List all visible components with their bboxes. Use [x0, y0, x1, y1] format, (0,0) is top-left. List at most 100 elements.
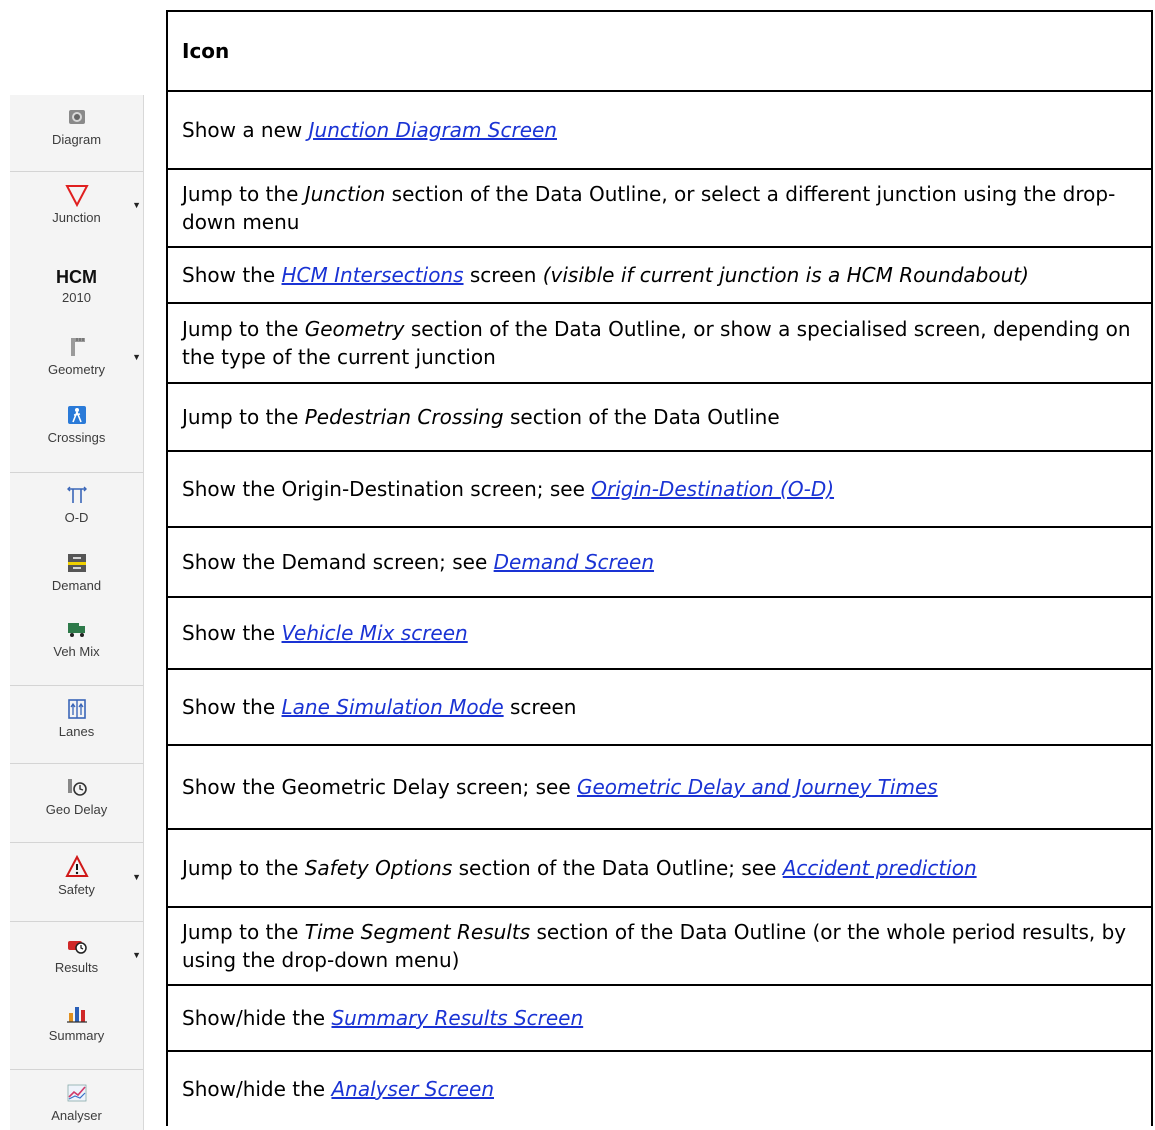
- results-icon: [67, 941, 87, 954]
- vehicle-mix-screen-link[interactable]: Vehicle Mix screen: [282, 621, 468, 645]
- origin-destination-link[interactable]: Origin-Destination (O-D): [591, 477, 834, 501]
- row-text: Jump to the: [182, 856, 305, 880]
- row-text: Show the Geometric Delay screen; see: [182, 775, 577, 799]
- row-emphasis: Junction: [304, 182, 386, 206]
- pedestrian-icon: [67, 406, 86, 424]
- table-row: Show the Vehicle Mix screen: [168, 598, 1151, 670]
- junction-diagram-screen-link[interactable]: Junction Diagram Screen: [309, 118, 557, 142]
- table-cell: Show a new Junction Diagram Screen: [182, 116, 1137, 144]
- table-row: Show the Origin-Destination screen; see …: [168, 452, 1151, 528]
- hcm-year-label: 2010: [62, 290, 91, 305]
- table-row: Jump to the Time Segment Results section…: [168, 908, 1151, 986]
- bar-chart-icon: [66, 1007, 87, 1023]
- icon-description-table: Icon Show a new Junction Diagram Screen …: [166, 10, 1153, 1126]
- table-cell: Show/hide the Summary Results Screen: [182, 1004, 1137, 1032]
- crossings-button[interactable]: Crossings: [10, 403, 143, 445]
- accident-prediction-link[interactable]: Accident prediction: [783, 856, 977, 880]
- geometry-button[interactable]: Geometry ▼: [10, 335, 143, 377]
- lanes-button[interactable]: Lanes: [10, 697, 143, 739]
- table-row: Show the Lane Simulation Mode screen: [168, 670, 1151, 746]
- analyser-label: Analyser: [51, 1108, 102, 1123]
- junction-button[interactable]: Junction ▼: [10, 183, 143, 225]
- row-emphasis: Safety Options: [304, 856, 453, 880]
- row-text: Jump to the: [182, 317, 305, 341]
- lanes-icon: [67, 699, 86, 719]
- summary-button[interactable]: Summary: [10, 1001, 143, 1043]
- row-text: Show/hide the: [182, 1077, 332, 1101]
- row-text: Show a new: [182, 118, 309, 142]
- table-cell: Show the HCM Intersections screen (visib…: [182, 261, 1137, 289]
- diagram-button[interactable]: Diagram: [10, 105, 143, 147]
- row-emphasis: Time Segment Results: [304, 920, 531, 944]
- table-row: Show the HCM Intersections screen (visib…: [168, 248, 1151, 304]
- chevron-down-icon[interactable]: ▼: [132, 950, 141, 960]
- toolbar-separator: [10, 685, 143, 686]
- chevron-down-icon[interactable]: ▼: [132, 352, 141, 362]
- table-row: Show a new Junction Diagram Screen: [168, 92, 1151, 170]
- hcm-2010-button[interactable]: HCM 2010: [10, 267, 143, 305]
- line-chart-icon: [67, 1084, 86, 1102]
- table-cell: Show the Origin-Destination screen; see …: [182, 475, 1137, 503]
- diagram-label: Diagram: [51, 132, 102, 147]
- table-cell: Show/hide the Analyser Screen: [182, 1075, 1137, 1103]
- demand-label: Demand: [51, 578, 102, 593]
- row-emphasis: Geometry: [304, 317, 405, 341]
- crossings-label: Crossings: [47, 430, 106, 445]
- geo-delay-icon: [67, 779, 87, 796]
- triangle-icon: [64, 185, 89, 207]
- geo-delay-button[interactable]: Geo Delay: [10, 775, 143, 817]
- table-cell: Jump to the Safety Options section of th…: [182, 854, 1137, 882]
- table-cell: Show the Lane Simulation Mode screen: [182, 693, 1137, 721]
- table-row: Show/hide the Summary Results Screen: [168, 986, 1151, 1052]
- table-row: Jump to the Pedestrian Crossing section …: [168, 384, 1151, 452]
- row-text: Show/hide the: [182, 1006, 332, 1030]
- table-cell: Show the Vehicle Mix screen: [182, 619, 1137, 647]
- table-cell: Show the Demand screen; see Demand Scree…: [182, 548, 1137, 576]
- table-row: Jump to the Junction section of the Data…: [168, 170, 1151, 248]
- table-row: Show the Demand screen; see Demand Scree…: [168, 528, 1151, 598]
- summary-label: Summary: [48, 1028, 105, 1043]
- chevron-down-icon[interactable]: ▼: [132, 872, 141, 882]
- hcm-intersections-link[interactable]: HCM Intersections: [282, 263, 464, 287]
- row-text: Show the: [182, 621, 282, 645]
- camera-icon: [68, 110, 85, 124]
- demand-screen-link[interactable]: Demand Screen: [494, 550, 654, 574]
- warning-icon: [64, 855, 89, 877]
- row-text: section of the Data Outline: [503, 405, 780, 429]
- toolbar-separator: [10, 842, 143, 843]
- chevron-down-icon[interactable]: ▼: [132, 200, 141, 210]
- veh-mix-label: Veh Mix: [53, 644, 100, 659]
- od-label: O-D: [64, 510, 89, 525]
- toolbar-separator: [10, 171, 143, 172]
- analyser-screen-link[interactable]: Analyser Screen: [331, 1077, 494, 1101]
- table-cell: Show the Geometric Delay screen; see Geo…: [182, 773, 1137, 801]
- safety-label: Safety: [58, 882, 95, 897]
- od-arrows-icon: [66, 486, 87, 503]
- ruler-icon: [70, 338, 85, 356]
- analyser-button[interactable]: Analyser: [10, 1081, 143, 1123]
- row-text: section of the Data Outline; see: [452, 856, 783, 880]
- veh-mix-button[interactable]: Veh Mix: [10, 617, 143, 659]
- toolbar-separator: [10, 1069, 143, 1070]
- table-row: Jump to the Geometry section of the Data…: [168, 304, 1151, 384]
- row-emphasis: (visible if current junction is a HCM Ro…: [542, 263, 1029, 287]
- results-label: Results: [54, 960, 99, 975]
- geo-delay-label: Geo Delay: [45, 802, 108, 817]
- results-button[interactable]: Results ▼: [10, 933, 143, 975]
- lane-simulation-mode-link[interactable]: Lane Simulation Mode: [282, 695, 504, 719]
- hcm-label: HCM: [56, 267, 97, 287]
- table-cell: Jump to the Junction section of the Data…: [182, 180, 1137, 236]
- summary-results-screen-link[interactable]: Summary Results Screen: [331, 1006, 583, 1030]
- demand-button[interactable]: Demand: [10, 551, 143, 593]
- table-cell: Jump to the Time Segment Results section…: [182, 918, 1137, 974]
- geometry-label: Geometry: [47, 362, 106, 377]
- row-emphasis: Pedestrian Crossing: [304, 405, 504, 429]
- toolbar-separator: [10, 921, 143, 922]
- table-cell: Jump to the Geometry section of the Data…: [182, 315, 1137, 371]
- safety-button[interactable]: Safety ▼: [10, 855, 143, 897]
- od-button[interactable]: O-D: [10, 483, 143, 525]
- row-text: Jump to the: [182, 182, 305, 206]
- row-text: Show the: [182, 263, 282, 287]
- table-cell: Jump to the Pedestrian Crossing section …: [182, 403, 1137, 431]
- geometric-delay-link[interactable]: Geometric Delay and Journey Times: [577, 775, 938, 799]
